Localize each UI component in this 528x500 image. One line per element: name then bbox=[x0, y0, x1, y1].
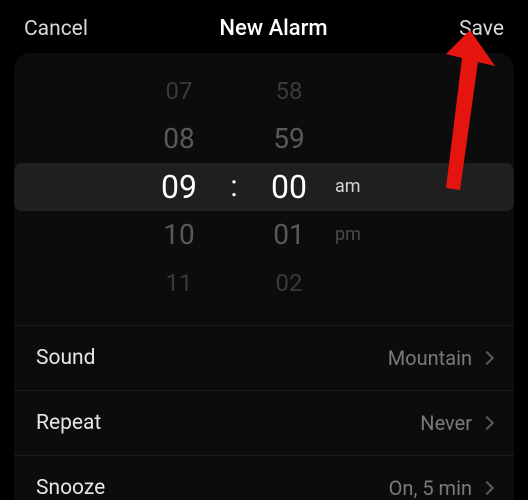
minute-option[interactable]: 02 bbox=[276, 259, 303, 307]
nav-bar: Cancel New Alarm Save bbox=[0, 0, 528, 53]
ampm-option[interactable]: pm bbox=[335, 211, 361, 259]
settings-list: Sound Mountain Repeat Never Snooze On, 5… bbox=[14, 325, 514, 500]
minute-wheel[interactable]: 58 59 00 01 02 bbox=[249, 67, 329, 307]
sound-value: Mountain bbox=[388, 346, 472, 370]
sound-row[interactable]: Sound Mountain bbox=[14, 325, 514, 390]
ampm-selected[interactable]: am bbox=[335, 163, 361, 211]
hour-option[interactable]: 10 bbox=[163, 211, 194, 259]
repeat-value: Never bbox=[420, 411, 472, 435]
alarm-card: 07 08 09 10 11 : 58 59 00 01 02 -- -- am… bbox=[14, 53, 514, 500]
minute-option[interactable]: 58 bbox=[276, 67, 303, 115]
time-picker[interactable]: 07 08 09 10 11 : 58 59 00 01 02 -- -- am… bbox=[14, 67, 514, 307]
page-title: New Alarm bbox=[219, 16, 327, 41]
snooze-row[interactable]: Snooze On, 5 min bbox=[14, 455, 514, 500]
cancel-button[interactable]: Cancel bbox=[24, 17, 88, 41]
snooze-value: On, 5 min bbox=[389, 476, 472, 500]
hour-wheel[interactable]: 07 08 09 10 11 bbox=[139, 67, 219, 307]
minute-selected[interactable]: 00 bbox=[271, 163, 307, 211]
minute-option[interactable]: 59 bbox=[273, 115, 304, 163]
chevron-right-icon bbox=[480, 481, 494, 495]
chevron-right-icon bbox=[480, 416, 494, 430]
hour-option[interactable]: 08 bbox=[163, 115, 194, 163]
hour-selected[interactable]: 09 bbox=[161, 163, 197, 211]
hour-option[interactable]: 07 bbox=[166, 67, 193, 115]
minute-option[interactable]: 01 bbox=[273, 211, 304, 259]
save-button[interactable]: Save bbox=[459, 17, 504, 41]
chevron-right-icon bbox=[480, 351, 494, 365]
time-colon: : bbox=[219, 67, 249, 307]
repeat-label: Repeat bbox=[36, 411, 101, 435]
ampm-wheel[interactable]: -- -- am pm -- bbox=[329, 67, 389, 307]
sound-label: Sound bbox=[36, 346, 95, 370]
repeat-row[interactable]: Repeat Never bbox=[14, 390, 514, 455]
hour-option[interactable]: 11 bbox=[166, 259, 193, 307]
snooze-label: Snooze bbox=[36, 476, 105, 500]
